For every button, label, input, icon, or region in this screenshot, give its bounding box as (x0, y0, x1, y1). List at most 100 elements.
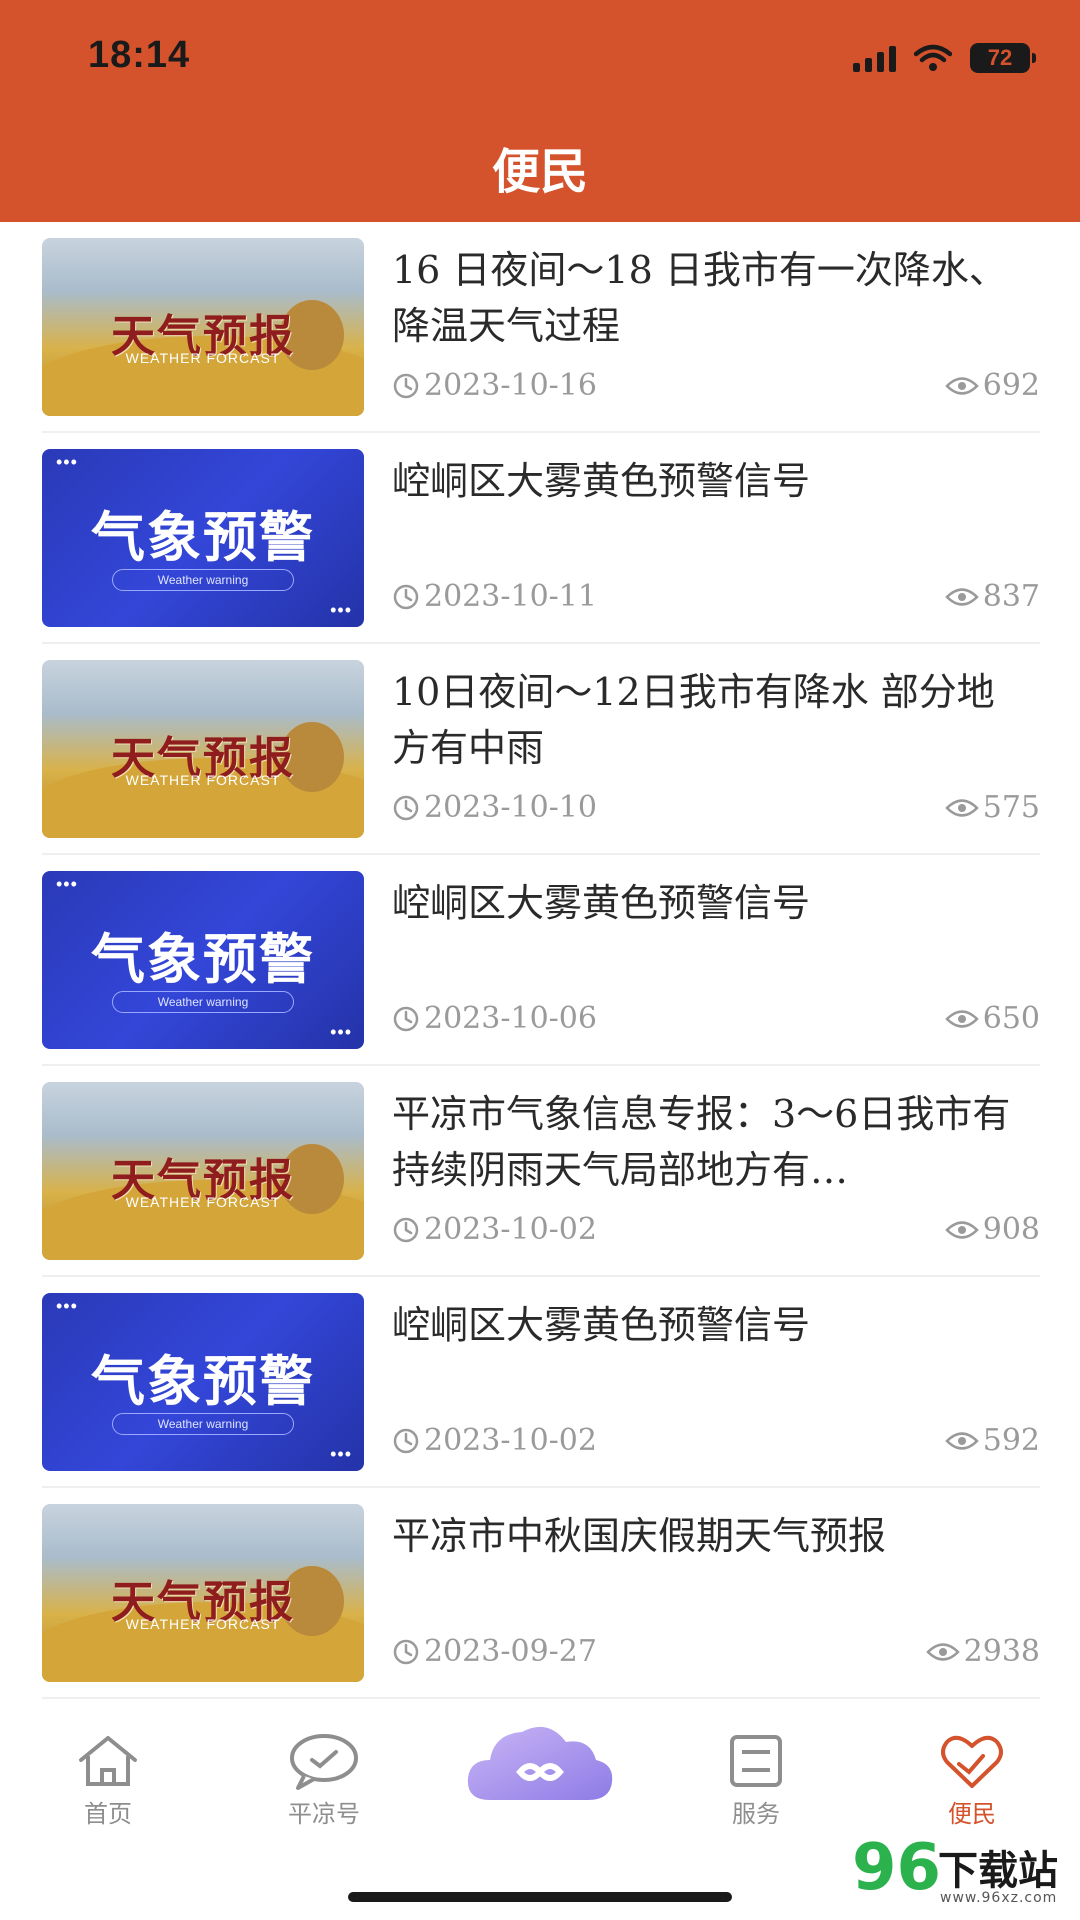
list-item[interactable]: 天气预报 WEATHER FORCAST 16 日夜间～18 日我市有一次降水、降温… (42, 222, 1040, 433)
thumbnail-subtitle: Weather warning (112, 569, 294, 591)
battery-icon: 72 (970, 43, 1036, 73)
watermark-logo: 96 下载站 www.96xz.com (852, 1832, 1072, 1914)
watermark-text: 下载站 (938, 1848, 1058, 1894)
thumbnail-title: 气象预警 (91, 1349, 315, 1413)
dots-decoration: ••• (330, 1444, 352, 1464)
item-title: 10日夜间～12日我市有降水 部分地方有中雨 (392, 670, 995, 770)
tab-label: 服务 (732, 1800, 780, 1828)
list-item[interactable]: ••• 气象预警 Weather warning ••• 崆峒区大雾黄色预警信号 2023… (42, 1277, 1040, 1488)
dots-decoration: ••• (330, 600, 352, 620)
wifi-icon (914, 44, 952, 71)
item-title: 16 日夜间～18 日我市有一次降水、降温天气过程 (392, 248, 1007, 348)
date-text: 2023-10-16 (424, 368, 597, 403)
service-icon (730, 1735, 782, 1787)
item-meta: 2023-10-11 837 (392, 579, 1040, 619)
tab-home[interactable]: 首页 (38, 1732, 178, 1852)
watermark-number: 96 (852, 1831, 942, 1905)
battery-level: 72 (987, 45, 1013, 70)
home-indicator[interactable] (348, 1892, 732, 1902)
view-count: 837 (944, 579, 1040, 614)
thumbnail-title: 气象预警 (91, 927, 315, 991)
forecast-thumbnail: 天气预报 WEATHER FORCAST (42, 1504, 364, 1682)
tab-service[interactable]: 服务 (686, 1732, 826, 1852)
tab-label: 便民 (948, 1800, 996, 1828)
clock-icon (393, 373, 419, 398)
eye-icon (944, 1009, 979, 1028)
eye-icon (944, 1431, 979, 1450)
eye-icon (944, 587, 979, 606)
view-count: 592 (944, 1423, 1040, 1458)
list-item[interactable]: ••• 气象预警 Weather warning ••• 崆峒区大雾黄色预警信号 2023… (42, 855, 1040, 1066)
eye-icon (944, 376, 979, 395)
item-meta: 2023-10-06 650 (392, 1001, 1040, 1041)
cloud-link-icon (467, 1726, 613, 1800)
dots-decoration: ••• (330, 1022, 352, 1042)
clock-icon (393, 1639, 419, 1664)
forecast-thumbnail: 天气预报 WEATHER FORCAST (42, 238, 364, 416)
views-text: 650 (982, 1001, 1040, 1036)
publish-date: 2023-10-11 (392, 579, 597, 614)
thumbnail-subtitle: WEATHER FORCAST (125, 772, 281, 788)
date-text: 2023-10-06 (424, 1001, 597, 1036)
clock-icon (393, 1006, 419, 1031)
item-title: 平凉市气象信息专报：3～6日我市有持续阴雨天气局部地方有… (392, 1092, 1011, 1192)
eye-icon (925, 1642, 960, 1661)
forecast-thumbnail: 天气预报 WEATHER FORCAST (42, 660, 364, 838)
status-time: 18:14 (88, 34, 191, 76)
publish-date: 2023-10-06 (392, 1001, 597, 1036)
item-title: 崆峒区大雾黄色预警信号 (392, 1303, 811, 1347)
list-item[interactable]: 天气预报 WEATHER FORCAST 10日夜间～12日我市有降水 部分地方有中… (42, 644, 1040, 855)
thumbnail-subtitle: Weather warning (112, 991, 294, 1013)
forecast-thumbnail: 天气预报 WEATHER FORCAST (42, 1082, 364, 1260)
clock-icon (393, 584, 419, 609)
status-bar: 18:14 72 (0, 0, 1080, 110)
item-title: 崆峒区大雾黄色预警信号 (392, 881, 811, 925)
date-text: 2023-10-11 (424, 579, 597, 614)
eye-icon (944, 1220, 979, 1239)
center-cloud-button[interactable] (464, 1716, 616, 1808)
dots-decoration: ••• (56, 452, 78, 472)
date-text: 2023-10-02 (424, 1423, 597, 1458)
warning-thumbnail: ••• 气象预警 Weather warning ••• (42, 871, 364, 1049)
news-list[interactable]: 天气预报 WEATHER FORCAST 16 日夜间～18 日我市有一次降水、降温… (0, 222, 1080, 1702)
date-text: 2023-10-02 (424, 1212, 597, 1247)
item-title: 平凉市中秋国庆假期天气预报 (392, 1514, 887, 1558)
publish-date: 2023-10-16 (392, 368, 597, 403)
page-title: 便民 (491, 144, 588, 200)
item-meta: 2023-10-02 908 (392, 1212, 1040, 1252)
cellular-signal-icon (853, 44, 896, 72)
item-meta: 2023-10-02 592 (392, 1423, 1040, 1463)
list-item[interactable]: ••• 气象预警 Weather warning ••• 崆峒区大雾黄色预警信号 2023… (42, 433, 1040, 644)
item-meta: 2023-10-16 692 (392, 368, 1040, 408)
thumbnail-title: 气象预警 (91, 505, 315, 569)
clock-icon (393, 1217, 419, 1242)
views-text: 575 (982, 790, 1040, 825)
view-count: 692 (944, 368, 1040, 403)
item-meta: 2023-09-27 2938 (392, 1634, 1040, 1674)
watermark-url: www.96xz.com (940, 1890, 1058, 1906)
chat-bubble-icon (290, 1734, 358, 1790)
list-item[interactable]: 天气预报 WEATHER FORCAST 平凉市气象信息专报：3～6日我市有持续阴雨… (42, 1066, 1040, 1277)
publish-date: 2023-09-27 (392, 1634, 597, 1669)
view-count: 2938 (925, 1634, 1040, 1669)
dots-decoration: ••• (56, 874, 78, 894)
view-count: 908 (944, 1212, 1040, 1247)
eye-icon (944, 798, 979, 817)
clock-icon (393, 1428, 419, 1453)
view-count: 575 (944, 790, 1040, 825)
item-meta: 2023-10-10 575 (392, 790, 1040, 830)
views-text: 692 (982, 368, 1040, 403)
tab-pingliang[interactable]: 平凉号 (254, 1732, 394, 1852)
thumbnail-subtitle: WEATHER FORCAST (125, 1194, 281, 1210)
publish-date: 2023-10-10 (392, 790, 597, 825)
thumbnail-subtitle: Weather warning (112, 1413, 294, 1435)
warning-thumbnail: ••• 气象预警 Weather warning ••• (42, 449, 364, 627)
view-count: 650 (944, 1001, 1040, 1036)
date-text: 2023-09-27 (424, 1634, 597, 1669)
app-header: 18:14 72 便民 (0, 0, 1080, 222)
heart-hand-icon (941, 1735, 1003, 1788)
clock-icon (393, 795, 419, 820)
list-item[interactable]: 天气预报 WEATHER FORCAST 平凉市中秋国庆假期天气预报 2023-09-… (42, 1488, 1040, 1699)
date-text: 2023-10-10 (424, 790, 597, 825)
views-text: 908 (982, 1212, 1040, 1247)
